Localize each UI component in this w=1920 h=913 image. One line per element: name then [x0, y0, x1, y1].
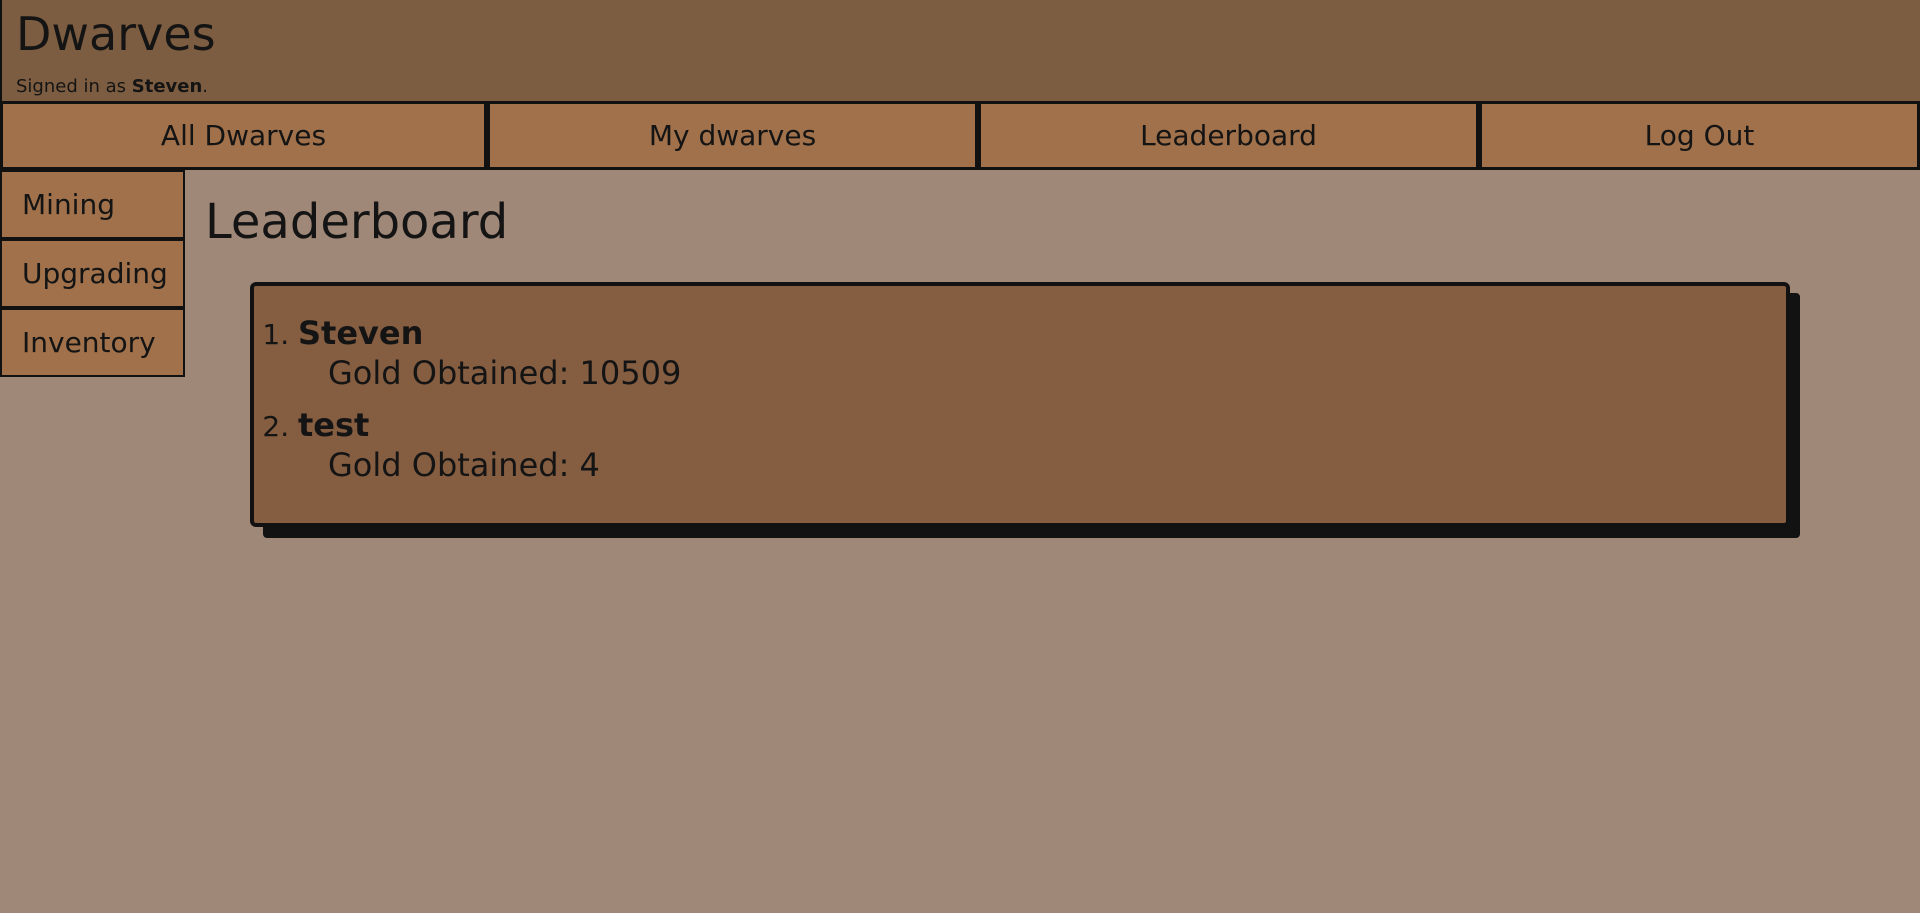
leaderboard-entry: test Gold Obtained: 4 — [298, 406, 1786, 486]
page-title: Leaderboard — [205, 194, 509, 250]
signed-in-prefix: Signed in as — [16, 76, 132, 97]
nav-leaderboard[interactable]: Leaderboard — [978, 101, 1479, 170]
signed-in-username: Steven — [131, 76, 203, 97]
leaderboard-entry: Steven Gold Obtained: 10509 — [298, 314, 1786, 394]
nav-my-dwarves[interactable]: My dwarves — [487, 101, 978, 170]
site-title: Dwarves — [16, 7, 216, 61]
player-gold: Gold Obtained: 4 — [328, 446, 600, 484]
leaderboard-panel: Steven Gold Obtained: 10509 test Gold Ob… — [250, 282, 1790, 527]
sidebar-item-mining[interactable]: Mining — [0, 170, 185, 239]
top-navigation: All Dwarves My dwarves Leaderboard Log O… — [0, 101, 1920, 170]
side-navigation: Mining Upgrading Inventory — [0, 170, 185, 377]
player-name: test — [298, 406, 370, 444]
sidebar-item-upgrading[interactable]: Upgrading — [0, 239, 185, 308]
nav-log-out[interactable]: Log Out — [1479, 101, 1920, 170]
sidebar-item-inventory[interactable]: Inventory — [0, 308, 185, 377]
player-name: Steven — [298, 314, 424, 352]
signed-in-suffix: . — [202, 76, 209, 97]
site-header: Dwarves Signed in as Steven. — [0, 0, 1920, 101]
leaderboard-list: Steven Gold Obtained: 10509 test Gold Ob… — [254, 314, 1786, 486]
nav-all-dwarves[interactable]: All Dwarves — [0, 101, 487, 170]
player-gold: Gold Obtained: 10509 — [328, 354, 682, 392]
signed-in-status: Signed in as Steven. — [16, 76, 208, 98]
